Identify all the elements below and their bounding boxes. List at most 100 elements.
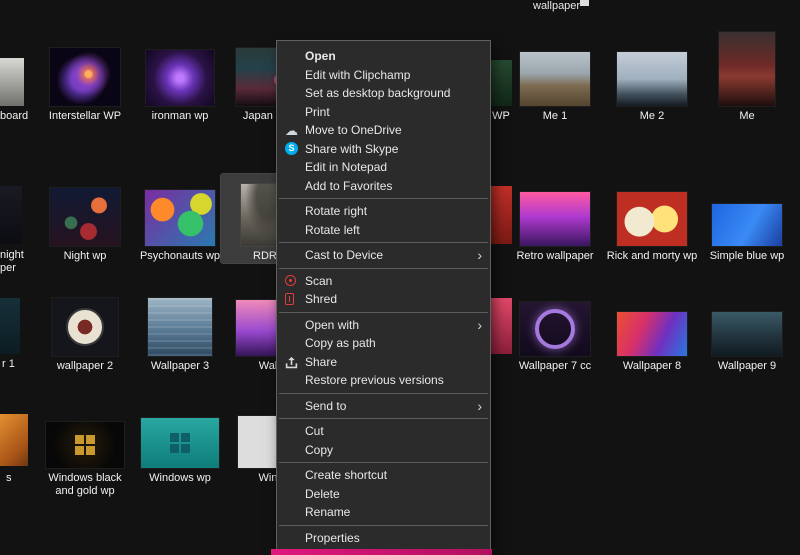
- menu-item-add-to-favorites[interactable]: Add to Favorites: [277, 177, 490, 196]
- file-thumbnail: [617, 192, 687, 246]
- menu-item-edit-in-notepad[interactable]: Edit in Notepad: [277, 158, 490, 177]
- file-label: Windows black and gold wp: [38, 472, 132, 498]
- menu-item-label: Shred: [305, 292, 337, 306]
- file-thumbnail: [50, 48, 120, 106]
- emblem-icon: [66, 308, 104, 346]
- menu-item-restore-previous-versions[interactable]: Restore previous versions: [277, 371, 490, 390]
- file-item[interactable]: Retro wallpaper: [508, 174, 602, 263]
- file-item[interactable]: Simple blue wp: [700, 174, 794, 263]
- file-thumbnail: [148, 298, 212, 356]
- submenu-arrow-icon: ›: [477, 317, 482, 333]
- windows-logo-icon: [75, 435, 95, 455]
- context-menu: Open Edit with Clipchamp Set as desktop …: [276, 40, 491, 554]
- file-thumbnail[interactable]: [0, 58, 24, 106]
- menu-item-label: Scan: [305, 274, 332, 288]
- windows-logo-icon: [170, 433, 190, 453]
- menu-item-properties[interactable]: Properties: [277, 529, 490, 548]
- file-label[interactable]: s: [6, 472, 32, 485]
- menu-item-shred[interactable]: Shred: [277, 290, 490, 309]
- menu-item-label: Rotate right: [305, 204, 367, 218]
- menu-item-set-as-desktop-background[interactable]: Set as desktop background: [277, 84, 490, 103]
- menu-item-open[interactable]: Open: [277, 47, 490, 66]
- menu-item-label: Open with: [305, 318, 359, 332]
- file-item[interactable]: Rick and morty wp: [605, 174, 699, 263]
- menu-item-label: Share with Skype: [305, 142, 398, 156]
- glow-ring-icon: [535, 309, 575, 349]
- menu-separator: [279, 418, 488, 419]
- file-item[interactable]: Interstellar WP: [38, 34, 132, 123]
- menu-separator: [279, 268, 488, 269]
- file-thumbnail[interactable]: [0, 414, 28, 466]
- menu-item-open-with[interactable]: Open with ›: [277, 316, 490, 335]
- menu-item-label: Cast to Device: [305, 248, 383, 262]
- file-label[interactable]: r 1: [2, 358, 30, 371]
- menu-item-label: Move to OneDrive: [305, 123, 402, 137]
- file-thumbnail[interactable]: [0, 186, 22, 244]
- menu-item-rotate-left[interactable]: Rotate left: [277, 221, 490, 240]
- menu-item-label: Print: [305, 105, 330, 119]
- submenu-arrow-icon: ›: [477, 398, 482, 414]
- file-label: Wallpaper 7 cc: [508, 360, 602, 373]
- file-item[interactable]: Windows wp: [133, 396, 227, 485]
- file-label: Me 1: [508, 110, 602, 123]
- explorer-window: wallpaper board Interstellar WP ironman …: [0, 0, 800, 555]
- file-label: Me: [700, 110, 794, 123]
- file-label[interactable]: board: [0, 110, 36, 123]
- file-thumbnail: [617, 52, 687, 106]
- menu-item-copy-as-path[interactable]: Copy as path: [277, 334, 490, 353]
- menu-item-create-shortcut[interactable]: Create shortcut: [277, 466, 490, 485]
- file-item[interactable]: Me 1: [508, 34, 602, 123]
- file-thumbnail: [50, 188, 120, 246]
- file-item[interactable]: Wallpaper 7 cc: [508, 284, 602, 373]
- menu-item-scan[interactable]: Scan: [277, 272, 490, 291]
- file-item[interactable]: Wallpaper 3: [133, 284, 227, 373]
- file-item[interactable]: Wallpaper 9: [700, 284, 794, 373]
- menu-item-move-to-onedrive[interactable]: ☁ Move to OneDrive: [277, 121, 490, 140]
- menu-item-print[interactable]: Print: [277, 103, 490, 122]
- menu-item-share[interactable]: Share: [277, 353, 490, 372]
- file-label: Retro wallpaper: [508, 250, 602, 263]
- file-thumbnail: [719, 32, 775, 106]
- file-item[interactable]: Night wp: [38, 174, 132, 263]
- file-thumbnail: [712, 312, 782, 356]
- menu-item-copy[interactable]: Copy: [277, 441, 490, 460]
- submenu-arrow-icon: ›: [477, 247, 482, 263]
- menu-item-edit-with-clipchamp[interactable]: Edit with Clipchamp: [277, 66, 490, 85]
- onedrive-icon: ☁: [285, 124, 298, 137]
- file-thumbnail: [141, 418, 219, 468]
- file-label: Simple blue wp: [700, 250, 794, 263]
- menu-item-label: Set as desktop background: [305, 86, 450, 100]
- file-item[interactable]: Me: [700, 34, 794, 123]
- menu-item-label: Create shortcut: [305, 468, 387, 482]
- menu-item-label: Copy as path: [305, 336, 376, 350]
- file-label: Wallpaper 9: [700, 360, 794, 373]
- file-thumbnail: [52, 298, 118, 356]
- file-item[interactable]: Me 2: [605, 34, 699, 123]
- share-icon: [285, 356, 298, 369]
- file-thumbnail: [520, 302, 590, 356]
- menu-item-send-to[interactable]: Send to›: [277, 397, 490, 416]
- menu-item-cast-to-device[interactable]: Cast to Device ›: [277, 246, 490, 265]
- menu-item-share-with-skype[interactable]: SShare with Skype: [277, 140, 490, 159]
- menu-separator: [279, 525, 488, 526]
- file-item[interactable]: Wallpaper 8: [605, 284, 699, 373]
- file-item[interactable]: ironman wp: [133, 34, 227, 123]
- menu-separator: [279, 312, 488, 313]
- menu-separator: [279, 198, 488, 199]
- menu-item-rotate-right[interactable]: Rotate right: [277, 202, 490, 221]
- menu-item-delete[interactable]: Delete: [277, 485, 490, 504]
- menu-item-label: Cut: [305, 424, 324, 438]
- menu-item-cut[interactable]: Cut: [277, 422, 490, 441]
- file-thumbnail[interactable]: [0, 298, 20, 354]
- menu-item-label: Rename: [305, 505, 350, 519]
- menu-item-rename[interactable]: Rename: [277, 503, 490, 522]
- file-label[interactable]: night per: [0, 249, 34, 275]
- file-item[interactable]: Windows black and gold wp: [38, 396, 132, 498]
- file-item[interactable]: Psychonauts wp: [133, 174, 227, 263]
- file-label: Night wp: [38, 250, 132, 263]
- file-item[interactable]: wallpaper 2: [38, 284, 132, 373]
- file-thumbnail: [617, 312, 687, 356]
- file-label: wallpaper 2: [38, 360, 132, 373]
- file-thumbnail: [520, 52, 590, 106]
- file-label: Wallpaper 3: [133, 360, 227, 373]
